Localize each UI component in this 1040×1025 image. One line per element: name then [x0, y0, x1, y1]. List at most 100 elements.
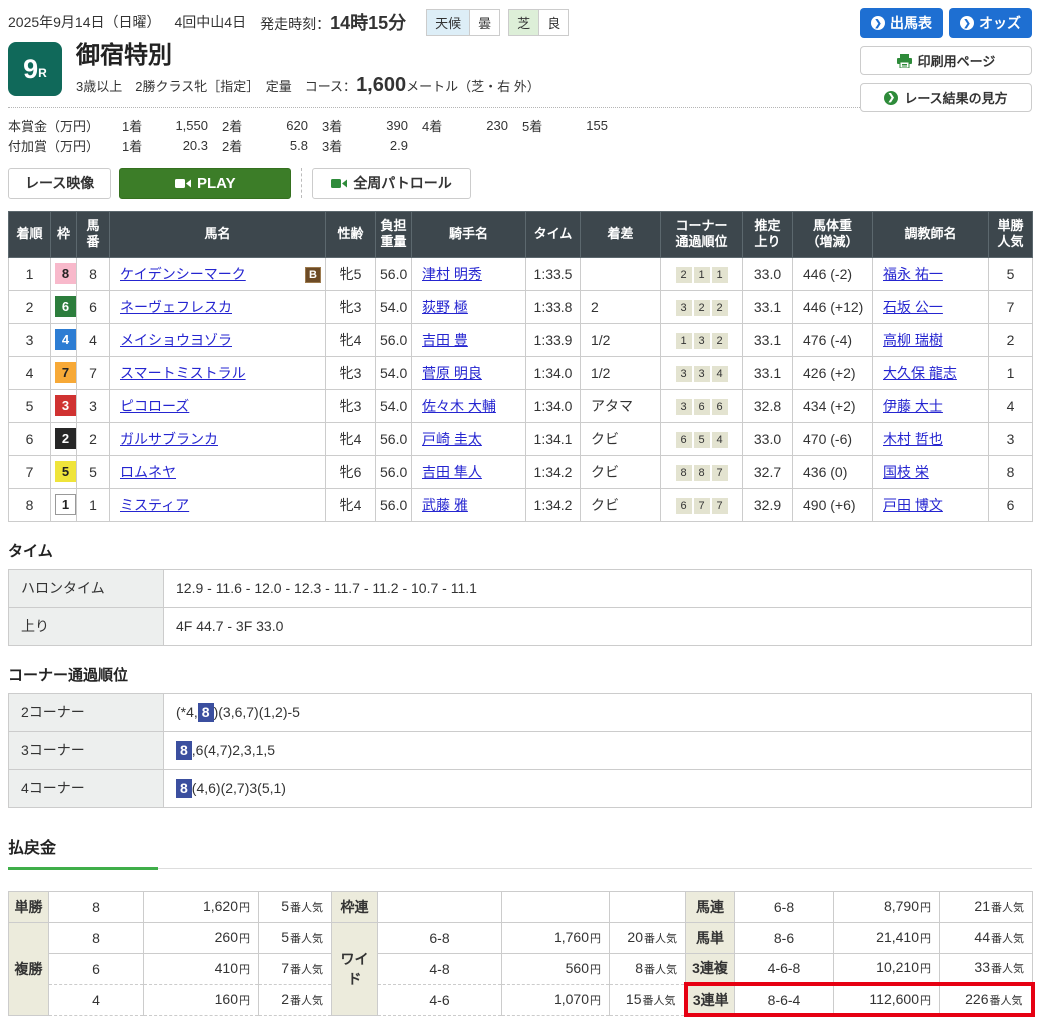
wide-popularity: 20番人気	[610, 922, 686, 953]
horse-name-link[interactable]: ミスティア	[120, 497, 189, 513]
corner-row: 2コーナー (*4,8)(3,6,7)(1,2)-5	[9, 693, 1032, 731]
odds-button[interactable]: ❯オッズ	[949, 8, 1032, 38]
prize-value: 155	[556, 118, 608, 133]
video-camera-icon	[331, 178, 347, 189]
jockey-link[interactable]: 佐々木 大輔	[422, 398, 496, 414]
margin: アタマ	[581, 389, 661, 422]
horse-name-link[interactable]: スマートミストラル	[120, 365, 246, 381]
horse-number: 3	[77, 389, 110, 422]
quinella-label: 馬連	[686, 891, 735, 922]
jockey-link[interactable]: 吉田 隼人	[422, 464, 482, 480]
col-horse-name: 馬名	[110, 211, 326, 257]
corner-pass-box: 6	[676, 498, 692, 514]
race-number-badge: 9R	[8, 42, 62, 96]
win-popularity: 5	[989, 257, 1033, 290]
trainer-link[interactable]: 伊藤 大士	[883, 398, 943, 414]
trainer-link[interactable]: 福永 祐一	[883, 266, 943, 282]
results-header-row: 着順 枠 馬 番 馬名 性齢 負担 重量 騎手名 タイム 着差 コーナー 通過順…	[9, 211, 1033, 257]
col-margin: 着差	[581, 211, 661, 257]
play-button[interactable]: PLAY	[119, 168, 291, 199]
video-camera-icon	[175, 178, 191, 189]
printer-icon	[897, 54, 912, 68]
prize-value: 230	[456, 118, 508, 133]
col-last-3f: 推定 上り	[743, 211, 793, 257]
trainer-link[interactable]: 木村 哲也	[883, 431, 943, 447]
place-payout: 160円	[144, 984, 259, 1015]
patrol-video-button[interactable]: 全周パトロール	[312, 168, 470, 199]
jockey-link[interactable]: 吉田 豊	[422, 332, 468, 348]
trainer-link[interactable]: 国枝 栄	[883, 464, 929, 480]
horse-name-link[interactable]: ケイデンシーマーク	[120, 266, 246, 282]
corner-pass-box: 8	[676, 465, 692, 481]
result-row: 6 2 2 ガルサブランカ 牝4 56.0 戸崎 圭太 1:34.1 クビ 65…	[9, 422, 1033, 455]
horse-name-link[interactable]: ピコローズ	[120, 398, 189, 414]
corner-pass-box: 1	[694, 267, 710, 283]
frame-badge: 3	[55, 395, 76, 416]
trainer-link[interactable]: 戸田 博文	[883, 497, 943, 513]
result-guide-button[interactable]: ❯レース結果の見方	[860, 83, 1032, 112]
margin: 1/2	[581, 356, 661, 389]
winner-number-highlight: 8	[176, 779, 192, 798]
race-distance: 1,600	[356, 74, 406, 96]
margin: 1/2	[581, 323, 661, 356]
jockey-link[interactable]: 菅原 明良	[422, 365, 482, 381]
wide-payout: 560円	[502, 953, 610, 984]
weather-label: 天候	[427, 10, 469, 35]
wide-number: 4-6	[378, 984, 502, 1015]
corner-pass-box: 3	[676, 300, 692, 316]
wide-payout: 1,070円	[502, 984, 610, 1015]
trainer-link[interactable]: 石坂 公一	[883, 299, 943, 315]
bracket-quinella-popularity	[610, 891, 686, 922]
jockey-link[interactable]: 武藤 雅	[422, 497, 468, 513]
race-video-button[interactable]: レース映像	[8, 168, 111, 199]
corner-pass-box: 2	[712, 333, 728, 349]
arrow-circle-icon: ❯	[871, 16, 885, 30]
result-row: 7 5 5 ロムネヤ 牝6 56.0 吉田 隼人 1:34.2 クビ 887 3…	[9, 455, 1033, 488]
horse-number: 6	[77, 290, 110, 323]
main-prize-label: 本賞金（万円）	[8, 116, 108, 135]
blinker-badge: B	[305, 267, 321, 283]
jockey-link[interactable]: 戸崎 圭太	[422, 431, 482, 447]
furlong-time-label: ハロンタイム	[9, 569, 164, 607]
horse-name-link[interactable]: ロムネヤ	[120, 464, 176, 480]
print-page-button[interactable]: 印刷用ページ	[860, 46, 1032, 75]
entries-button[interactable]: ❯出馬表	[860, 8, 943, 38]
race-title-block: 御宿特別 3歳以上 2勝クラス牝［指定］ 定量 コース：1,600メートル（芝・…	[76, 42, 540, 97]
corner-pass-box: 6	[694, 399, 710, 415]
exacta-label: 馬単	[686, 922, 735, 953]
main-prize-line: 本賞金（万円） 1着1,550 2着620 3着390 4着230 5着155	[8, 116, 1032, 136]
trio-payout: 10,210円	[834, 953, 940, 984]
corner-label: 2コーナー	[9, 693, 164, 731]
place-number: 8	[49, 922, 144, 953]
horse-name-link[interactable]: ネーヴェフレスカ	[120, 299, 232, 315]
horse-weight: 490 (+6)	[793, 488, 873, 521]
jockey-link[interactable]: 津村 明秀	[422, 266, 482, 282]
win-label: 単勝	[9, 891, 49, 922]
prize-value: 20.3	[156, 138, 208, 153]
trainer-link[interactable]: 大久保 龍志	[883, 365, 957, 381]
win-popularity: 7	[989, 290, 1033, 323]
finish-time: 1:34.2	[526, 488, 581, 521]
trifecta-payout: 112,600円	[834, 984, 940, 1015]
horse-name-link[interactable]: メイショウヨゾラ	[120, 332, 232, 348]
frame-badge: 7	[55, 362, 76, 383]
finish-time: 1:34.0	[526, 356, 581, 389]
meeting-info: 4回中山4日	[175, 12, 247, 32]
last-3f: 33.0	[743, 257, 793, 290]
win-popularity: 4	[989, 389, 1033, 422]
prize-place: 3着	[322, 136, 356, 155]
place-popularity: 5番人気	[259, 922, 332, 953]
arrow-circle-icon: ❯	[884, 91, 898, 105]
jockey-link[interactable]: 荻野 極	[422, 299, 468, 315]
horse-name-link[interactable]: ガルサブランカ	[120, 431, 218, 447]
prize-place: 2着	[222, 136, 256, 155]
corner-pass-box: 2	[694, 300, 710, 316]
sex-age: 牝3	[326, 389, 376, 422]
corner-pass-box: 3	[676, 366, 692, 382]
col-sex-age: 性齢	[326, 211, 376, 257]
trainer-link[interactable]: 高柳 瑞樹	[883, 332, 943, 348]
corner-pass-box: 7	[712, 498, 728, 514]
corner-pass-box: 5	[694, 432, 710, 448]
weight-carried: 54.0	[376, 389, 412, 422]
result-row: 3 4 4 メイショウヨゾラ 牝4 56.0 吉田 豊 1:33.9 1/2 1…	[9, 323, 1033, 356]
